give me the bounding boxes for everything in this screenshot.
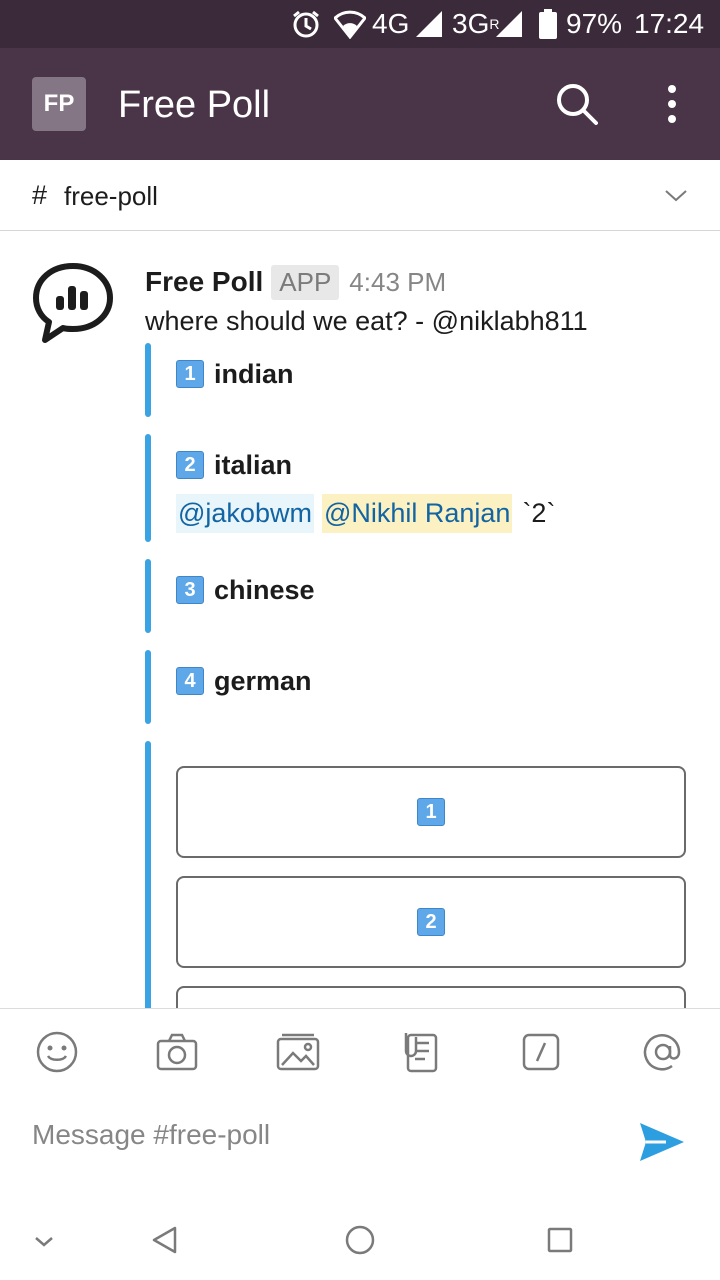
keycap-2-icon: 2 (417, 908, 445, 936)
app-title: Free Poll (118, 84, 271, 126)
poll-option-label: german (214, 665, 312, 696)
network-label-4g: 4G (372, 8, 410, 39)
battery-percent: 97% (566, 8, 623, 39)
message-header: Free Poll APP 4:43 PM (145, 262, 446, 302)
mention-jakobwm[interactable]: @jakobwm (176, 493, 314, 533)
clock: 17:24 (634, 8, 705, 39)
battery-icon (538, 0, 558, 48)
poll-option: 2 italian (176, 447, 292, 483)
keycap-1-icon: 1 (176, 360, 204, 388)
gallery-icon[interactable] (274, 1029, 320, 1075)
message-text: where should we eat? - @niklabh811 (145, 306, 588, 336)
keycap-1-icon: 1 (417, 798, 445, 826)
signal-icon (414, 0, 444, 48)
channel-header[interactable]: # free-poll (0, 160, 720, 231)
avatar[interactable] (30, 260, 116, 346)
network-label-3g: 3G R (452, 8, 500, 39)
attachment-bar (145, 741, 151, 1021)
mention-nikhil[interactable]: @Nikhil Ranjan (321, 493, 513, 533)
channel-name: free-poll (64, 181, 158, 211)
send-icon[interactable] (636, 1119, 686, 1165)
keycap-2-icon: 2 (176, 451, 204, 479)
keycap-4-icon: 4 (176, 667, 204, 695)
app-bar: FP Free Poll (0, 48, 720, 160)
attachment-bar (145, 650, 151, 724)
camera-icon[interactable] (154, 1029, 200, 1075)
hide-keyboard-icon[interactable] (20, 1216, 68, 1264)
home-icon[interactable] (336, 1216, 384, 1264)
mention-icon[interactable] (640, 1029, 686, 1075)
wifi-icon (334, 0, 366, 48)
poll-option-label: chinese (214, 574, 315, 605)
sender-name[interactable]: Free Poll (145, 266, 263, 298)
poll-option-label: italian (214, 449, 293, 480)
emoji-icon[interactable] (34, 1029, 80, 1075)
voters-line: @jakobwm @Nikhil Ranjan `2` (176, 492, 555, 534)
attachment-bar (145, 559, 151, 633)
vote-button-2[interactable]: 2 (176, 876, 686, 968)
vote-count: `2` (522, 497, 556, 528)
status-bar: 4G 3G R 97% 17:24 (0, 0, 720, 48)
workspace-badge[interactable]: FP (32, 77, 86, 131)
timestamp: 4:43 PM (349, 266, 447, 297)
signal-icon-2 (494, 0, 524, 48)
attachment-bar (145, 434, 151, 542)
vote-button-1[interactable]: 1 (176, 766, 686, 858)
recents-icon[interactable] (536, 1216, 584, 1264)
poll-option: 3 chinese (176, 572, 315, 608)
file-icon[interactable] (398, 1029, 444, 1075)
more-vert-icon[interactable] (654, 79, 690, 129)
message-composer: Message #free-poll (0, 1008, 720, 1203)
poll-option: 4 german (176, 663, 312, 699)
keycap-3-icon: 3 (176, 576, 204, 604)
message-input[interactable]: Message #free-poll (32, 1119, 270, 1151)
back-icon[interactable] (142, 1216, 190, 1264)
search-icon[interactable] (552, 79, 602, 129)
alarm-icon (290, 0, 322, 48)
slash-command-icon[interactable] (518, 1029, 564, 1075)
app-badge: APP (271, 264, 340, 300)
attachment-bar (145, 343, 151, 417)
system-nav-bar (0, 1202, 720, 1280)
poll-option-label: indian (214, 358, 294, 389)
channel-hash: # (32, 180, 48, 210)
chevron-down-icon[interactable] (662, 182, 690, 210)
poll-option: 1 indian (176, 356, 294, 392)
